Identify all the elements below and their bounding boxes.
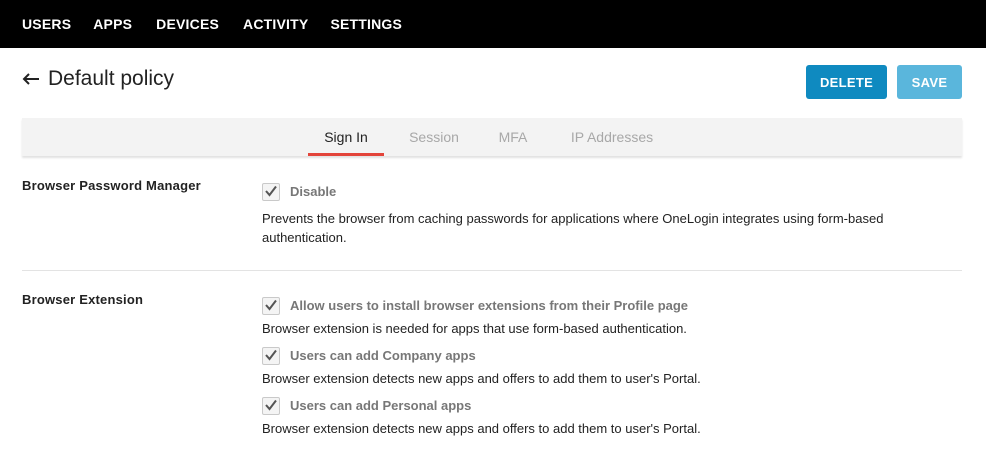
nav-activity[interactable]: ACTIVITY <box>243 16 308 32</box>
nav-users[interactable]: USERS <box>22 16 71 32</box>
personal-apps-checkbox[interactable] <box>262 397 280 415</box>
checkmark-icon <box>265 399 277 411</box>
tab-mfa[interactable]: MFA <box>488 118 538 156</box>
save-button[interactable]: SAVE <box>897 65 962 99</box>
page-title: Default policy <box>48 67 175 90</box>
checkmark-icon <box>265 299 277 311</box>
company-apps-description: Browser extension detects new apps and o… <box>262 371 701 386</box>
disable-password-manager-checkbox[interactable] <box>262 183 280 201</box>
disable-password-manager-label[interactable]: Disable <box>290 184 336 199</box>
nav-apps[interactable]: APPS <box>93 16 132 32</box>
nav-settings[interactable]: SETTINGS <box>330 16 402 32</box>
policy-tabs: Sign In Session MFA IP Addresses <box>22 118 962 156</box>
tab-label: IP Addresses <box>570 129 654 145</box>
section-divider <box>22 270 962 271</box>
active-tab-indicator <box>308 153 384 156</box>
section-label-password-manager: Browser Password Manager <box>22 178 201 193</box>
tab-label: Sign In <box>324 129 368 145</box>
page-header: Default policy DELETE SAVE <box>0 48 986 114</box>
section-label-browser-extension: Browser Extension <box>22 292 144 307</box>
company-apps-checkbox[interactable] <box>262 347 280 365</box>
tab-session[interactable]: Session <box>400 118 468 156</box>
company-apps-label[interactable]: Users can add Company apps <box>290 348 476 363</box>
tab-label: MFA <box>498 129 528 145</box>
allow-extension-install-checkbox[interactable] <box>262 297 280 315</box>
top-navigation: USERS APPS DEVICES ACTIVITY SETTINGS <box>0 0 986 48</box>
password-manager-description: Prevents the browser from caching passwo… <box>262 211 884 245</box>
delete-button[interactable]: DELETE <box>806 65 887 99</box>
checkmark-icon <box>265 185 277 197</box>
personal-apps-description: Browser extension detects new apps and o… <box>262 421 701 436</box>
left-arrow-icon-glyph <box>22 73 39 85</box>
checkmark-icon <box>265 349 277 361</box>
nav-devices[interactable]: DEVICES <box>156 16 219 32</box>
tab-sign-in[interactable]: Sign In <box>308 118 384 156</box>
left-arrow-icon[interactable] <box>22 68 40 90</box>
personal-apps-label[interactable]: Users can add Personal apps <box>290 398 471 413</box>
allow-extension-install-label[interactable]: Allow users to install browser extension… <box>290 298 688 313</box>
allow-extension-install-description: Browser extension is needed for apps tha… <box>262 321 687 336</box>
tab-ip-addresses[interactable]: IP Addresses <box>560 118 664 156</box>
tab-label: Session <box>409 129 459 145</box>
